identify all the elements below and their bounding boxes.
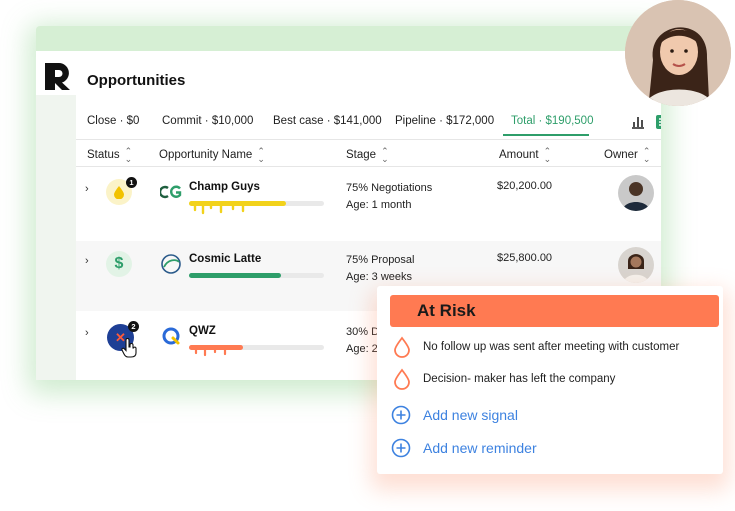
- dollar-icon: $: [114, 255, 124, 272]
- status-badge[interactable]: $: [106, 251, 132, 277]
- sort-icon: ⌃ ⌄: [257, 146, 265, 164]
- paint-drip-decoration: [193, 204, 245, 215]
- screen: Opportunities Close · $0 Commit · $10,00…: [0, 0, 735, 511]
- paint-drip-decoration: [194, 348, 227, 357]
- left-nav-strip: [36, 95, 76, 380]
- add-new-signal-button[interactable]: Add new signal: [391, 404, 518, 426]
- risk-signal-item[interactable]: Decision- maker has left the company: [393, 368, 615, 390]
- list-view-icon[interactable]: [655, 114, 661, 130]
- stage-label: 75% Negotiations: [346, 182, 433, 194]
- opportunity-name[interactable]: Cosmic Latte: [189, 253, 261, 265]
- column-opportunity-name[interactable]: Opportunity Name ⌃ ⌄: [159, 146, 265, 164]
- amount-cell: $25,800.00: [497, 252, 553, 264]
- at-risk-title: At Risk: [417, 301, 476, 320]
- expand-chevron-icon[interactable]: ›: [85, 255, 89, 267]
- age-label: Age: 1 month: [346, 199, 412, 211]
- sort-icon: ⌃ ⌄: [381, 146, 389, 164]
- status-count-badge: 2: [128, 321, 139, 332]
- progress-track: [189, 273, 324, 278]
- drop-icon: [114, 186, 124, 199]
- risk-signal-text: Decision- maker has left the company: [423, 373, 616, 385]
- owner-avatar[interactable]: [618, 175, 654, 211]
- company-logo: [160, 181, 182, 203]
- owner-avatar[interactable]: [618, 247, 654, 283]
- at-risk-header: At Risk: [390, 295, 719, 327]
- filter-best-case[interactable]: Best case · $141,000: [273, 115, 382, 127]
- stage-cell: 75% Negotiations Age: 1 month: [346, 180, 432, 214]
- table-row[interactable]: › 1 Champ Guys 75% Negotiations Age: 1 m…: [76, 169, 661, 239]
- hand-cursor-icon: [121, 338, 137, 358]
- column-owner[interactable]: Owner ⌃ ⌄: [604, 146, 651, 164]
- table-header: Status ⌃ ⌄ Opportunity Name ⌃ ⌄ Stage ⌃ ⌄ Amou…: [76, 139, 661, 167]
- drop-icon: [394, 336, 410, 358]
- qwz-logo-icon: [162, 327, 180, 345]
- plus-circle-icon: [391, 438, 411, 458]
- filter-total[interactable]: Total · $190,500: [511, 115, 593, 127]
- bar-chart-icon[interactable]: [630, 114, 646, 130]
- page-title: Opportunities: [87, 72, 186, 89]
- company-logo: [160, 325, 182, 347]
- filter-pipeline[interactable]: Pipeline · $172,000: [395, 115, 494, 127]
- at-risk-popup: At Risk No follow up was sent after meet…: [377, 286, 723, 474]
- filter-close[interactable]: Close · $0: [87, 115, 139, 127]
- status-count-badge: 1: [126, 177, 137, 188]
- active-filter-underline: [503, 134, 589, 136]
- plus-circle-icon: [391, 405, 411, 425]
- cg-logo-icon: [160, 185, 182, 199]
- column-status[interactable]: Status ⌃ ⌄: [87, 146, 133, 164]
- sort-icon: ⌃ ⌄: [124, 146, 133, 164]
- age-label: Age: 3 weeks: [346, 271, 413, 283]
- add-new-reminder-label: Add new reminder: [423, 440, 537, 456]
- drop-icon: [394, 368, 410, 390]
- filter-commit[interactable]: Commit · $10,000: [162, 115, 253, 127]
- sort-icon: ⌃ ⌄: [543, 146, 552, 164]
- column-amount[interactable]: Amount ⌃ ⌄: [499, 146, 552, 164]
- risk-signal-item[interactable]: No follow up was sent after meeting with…: [393, 336, 679, 358]
- opportunity-name[interactable]: Champ Guys: [189, 181, 260, 193]
- risk-signal-text: No follow up was sent after meeting with…: [423, 341, 680, 353]
- stage-cell: 75% Proposal Age: 3 weeks: [346, 252, 415, 286]
- progress-fill: [189, 273, 281, 278]
- brand-logo-icon: [45, 63, 70, 90]
- add-new-reminder-button[interactable]: Add new reminder: [391, 437, 537, 459]
- stage-label: 75% Proposal: [346, 254, 415, 266]
- person-photo: [625, 0, 731, 106]
- opportunity-name[interactable]: QWZ: [189, 325, 216, 337]
- expand-chevron-icon[interactable]: ›: [85, 183, 89, 195]
- expand-chevron-icon[interactable]: ›: [85, 327, 89, 339]
- sort-icon: ⌃ ⌄: [642, 146, 651, 164]
- company-logo: [160, 253, 182, 275]
- add-new-signal-label: Add new signal: [423, 407, 518, 423]
- column-stage[interactable]: Stage ⌃ ⌄: [346, 146, 389, 164]
- amount-cell: $20,200.00: [497, 180, 553, 192]
- cosmic-latte-logo-icon: [161, 254, 181, 274]
